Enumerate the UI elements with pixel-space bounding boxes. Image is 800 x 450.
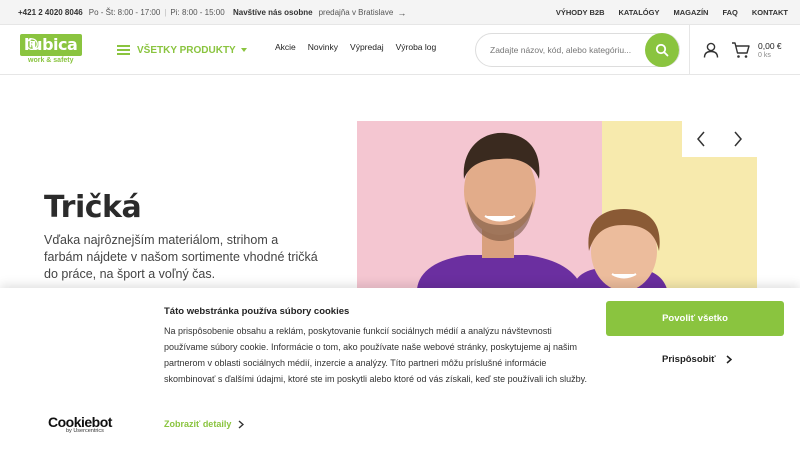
nav-akcie[interactable]: Akcie [275, 42, 296, 52]
slider-nav [682, 121, 757, 157]
hero-description: Vďaka najrôznejším materiálom, strihom a… [44, 233, 318, 281]
slider-prev-button[interactable] [682, 121, 719, 157]
cookie-details-link[interactable]: Zobraziť detaily [164, 419, 245, 429]
chevron-right-icon [726, 355, 732, 364]
top-link-b2b[interactable]: VÝHODY B2B [556, 8, 605, 17]
top-link-magazine[interactable]: MAGAZÍN [673, 8, 708, 17]
search-box [475, 33, 680, 67]
cookiebot-logo[interactable]: Cookiebot by Usercentrics [48, 414, 118, 438]
top-link-contact[interactable]: KONTAKT [752, 8, 788, 17]
cart-icon[interactable] [731, 41, 751, 59]
header-divider [689, 25, 690, 75]
top-link-faq[interactable]: FAQ [722, 8, 737, 17]
hours-separator: | [164, 8, 167, 17]
chevron-down-icon [240, 48, 247, 52]
visit-shop: predajňa v Bratislave [318, 8, 394, 17]
chevron-left-icon [696, 131, 705, 147]
logo-registered: ® [24, 35, 40, 54]
cookie-title: Táto webstránka používa súbory cookies [164, 306, 350, 317]
cart-price[interactable]: 0,00 € [758, 41, 782, 51]
contact-info: +421 2 4020 8046 Po - Št: 8:00 - 17:00 |… [18, 0, 225, 25]
main-nav: Akcie Novinky Výpredaj Výroba log [275, 42, 436, 52]
nav-novinky[interactable]: Novinky [308, 42, 338, 52]
hamburger-icon [117, 45, 130, 55]
visit-label: Navštíve nás osobne [233, 8, 313, 17]
cookie-details-label: Zobraziť detaily [164, 419, 232, 429]
brand-logo[interactable]: ľubica ® work & safety [20, 34, 82, 66]
top-link-catalogs[interactable]: KATALÓGY [619, 8, 660, 17]
top-links: VÝHODY B2B KATALÓGY MAGAZÍN FAQ KONTAKT [556, 0, 788, 25]
customize-label: Prispôsobiť [662, 354, 716, 365]
hours-friday: Pi: 8:00 - 15:00 [170, 8, 225, 17]
nav-vypredaj[interactable]: Výpredaj [350, 42, 384, 52]
chevron-right-icon [733, 131, 742, 147]
arrow-right-icon: → [397, 7, 407, 18]
nav-vyroba-log[interactable]: Výroba log [396, 42, 437, 52]
chevron-right-icon [238, 419, 245, 429]
hero-title: Tričká [44, 190, 142, 225]
search-icon [655, 43, 669, 57]
cookie-body: Na prispôsobenie obsahu a reklám, poskyt… [164, 326, 587, 384]
logo-subtitle: work & safety [28, 57, 74, 64]
visit-store-link[interactable]: Navštíve nás osobne predajňa v Bratislav… [233, 0, 406, 25]
all-products-menu[interactable]: VŠETKY PRODUKTY [117, 41, 247, 59]
user-icon[interactable] [702, 41, 720, 59]
search-input[interactable] [490, 42, 640, 58]
hours-weekday: Po - Št: 8:00 - 17:00 [88, 8, 161, 17]
customize-button[interactable]: Prispôsobiť [662, 354, 732, 365]
cart-count: 0 ks [758, 52, 771, 59]
allow-all-button[interactable]: Povoliť všetko [606, 301, 784, 336]
main-header: ľubica ® work & safety VŠETKY PRODUKTY A… [0, 25, 800, 75]
top-bar: +421 2 4020 8046 Po - Št: 8:00 - 17:00 |… [0, 0, 800, 25]
search-button[interactable] [645, 33, 679, 67]
phone-number[interactable]: +421 2 4020 8046 [18, 8, 83, 17]
logo-box: ľubica ® [20, 34, 82, 56]
all-products-label: VŠETKY PRODUKTY [137, 44, 236, 56]
cookie-banner: Táto webstránka používa súbory cookies N… [0, 288, 800, 450]
slider-next-button[interactable] [719, 121, 756, 157]
